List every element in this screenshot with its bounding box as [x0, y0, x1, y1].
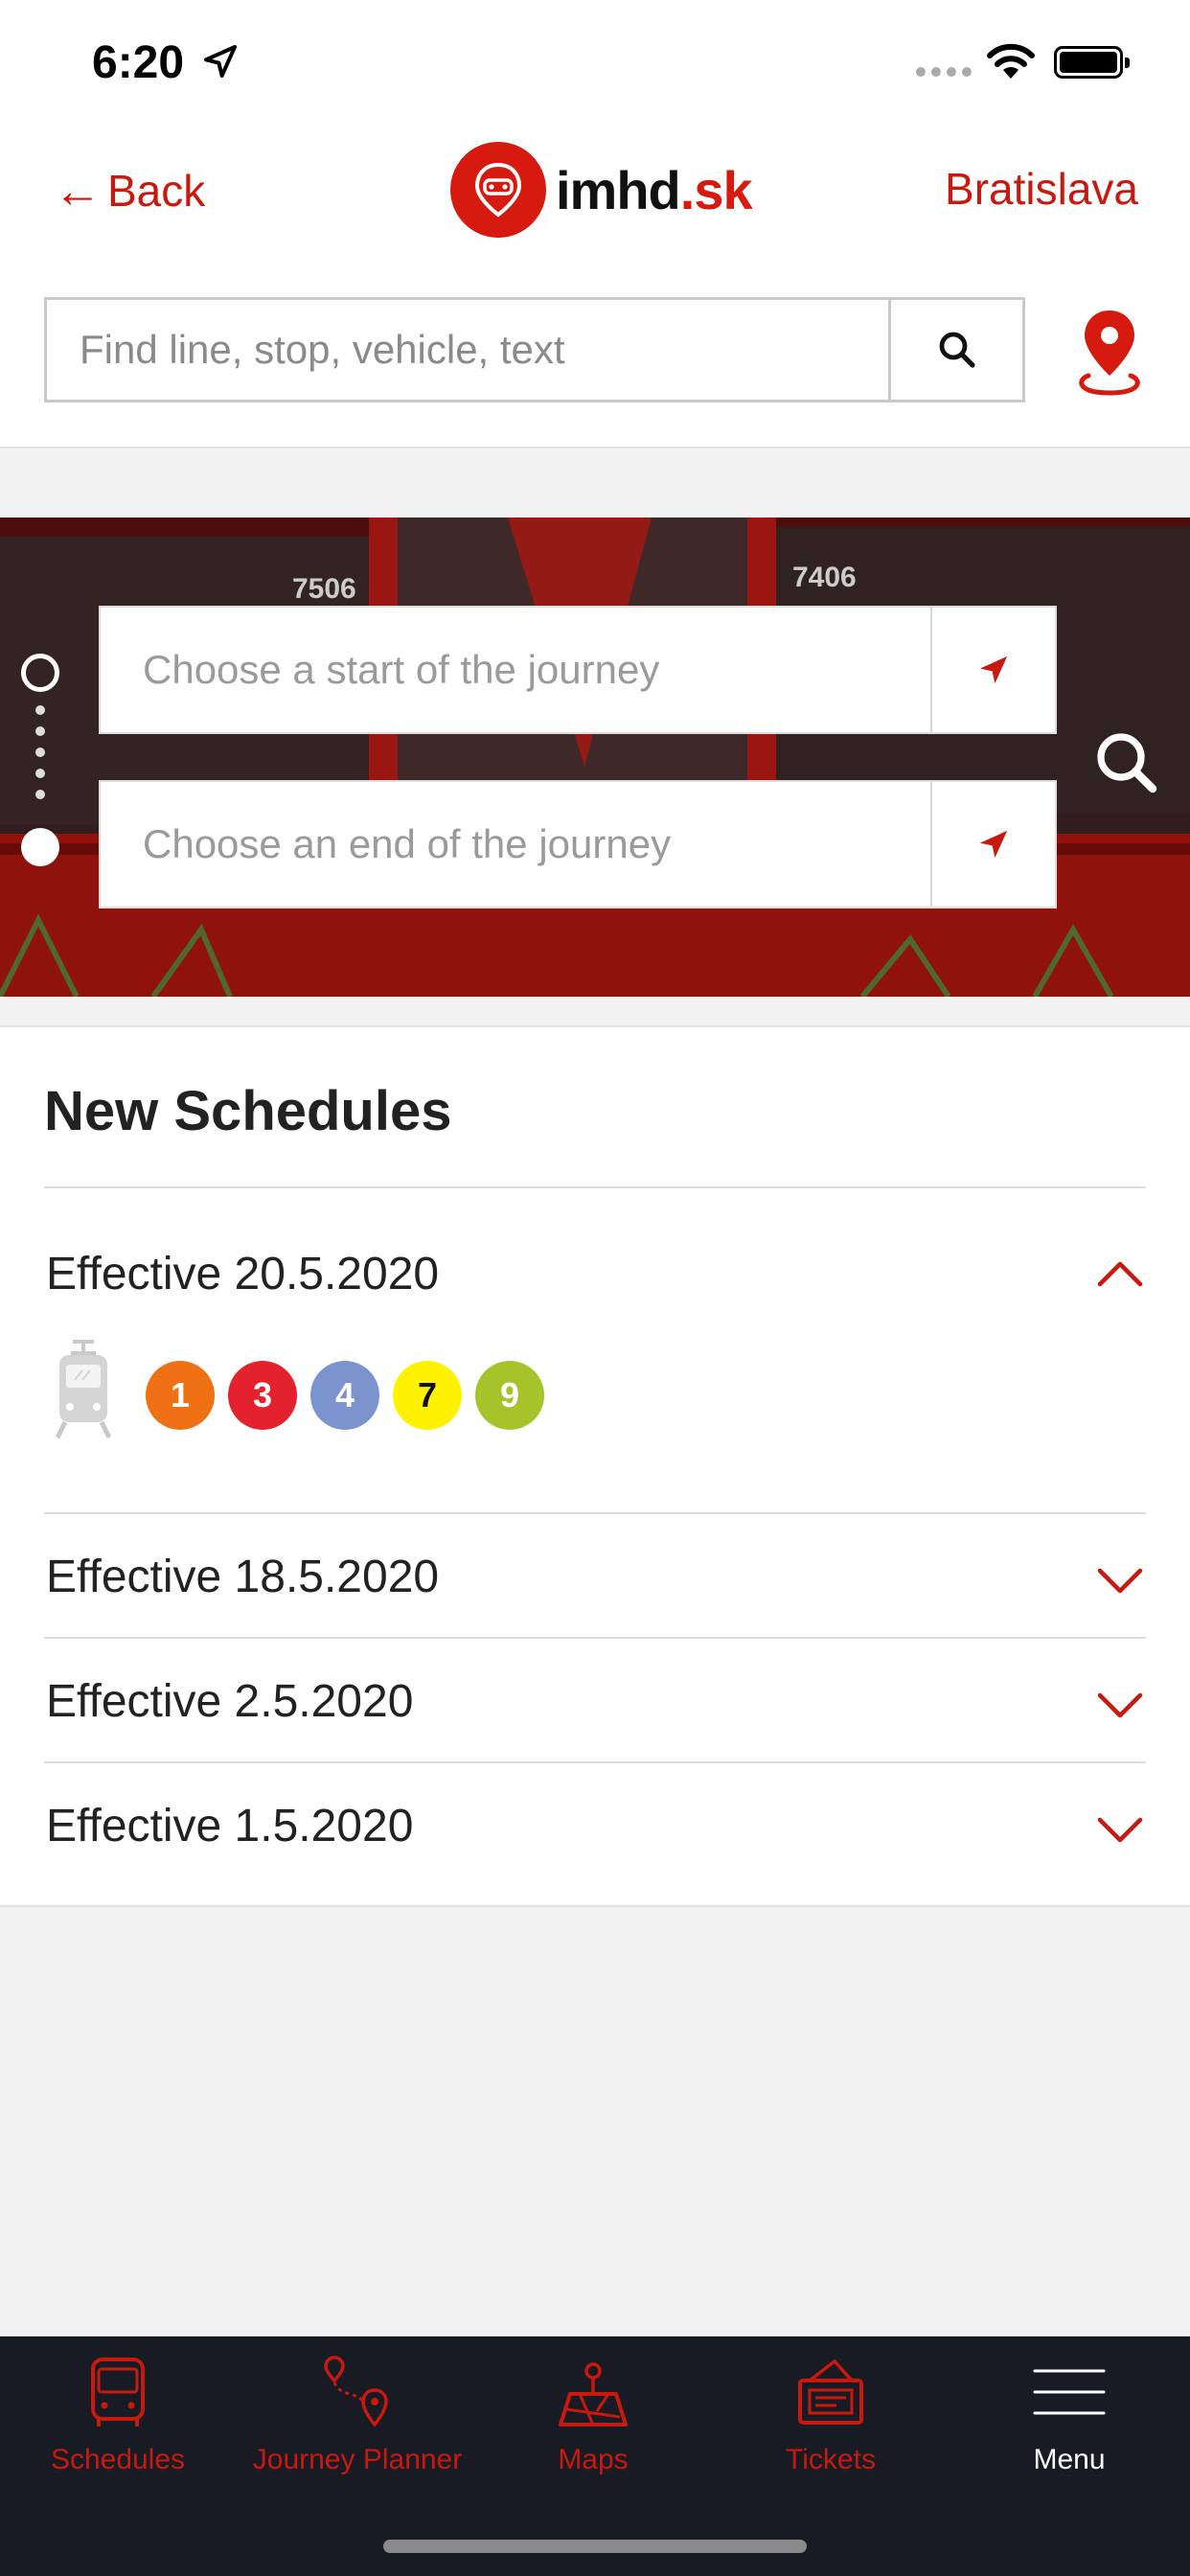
schedule-group[interactable]: Effective 2.5.2020	[44, 1637, 1146, 1761]
back-label: Back	[107, 166, 206, 216]
line-badge[interactable]: 9	[475, 1361, 544, 1430]
bus-icon	[91, 2358, 145, 2426]
map-icon	[559, 2362, 628, 2426]
vehicle-number: 7506	[292, 573, 356, 605]
line-badge[interactable]: 3	[228, 1361, 297, 1430]
search-icon	[939, 332, 975, 368]
search-button[interactable]	[888, 300, 1022, 400]
schedule-group-expanded[interactable]: Effective 20.5.2020 1 3 4 7 9	[44, 1186, 1146, 1512]
city-selector[interactable]: Bratislava	[945, 163, 1138, 215]
line-badges: 1 3 4 7 9	[146, 1361, 544, 1430]
tab-journey-planner[interactable]: Journey Planner	[242, 2354, 472, 2507]
arrow-left-icon: ←	[54, 164, 102, 218]
tab-label: Menu	[1033, 2444, 1106, 2475]
schedule-group-label: Effective 18.5.2020	[46, 1552, 440, 1602]
tram-icon	[55, 1340, 112, 1439]
end-marker	[21, 828, 59, 866]
navigation-arrow-icon	[979, 656, 1008, 684]
hamburger-icon	[1033, 2369, 1106, 2415]
status-time: 6:20	[92, 37, 185, 88]
search-input[interactable]	[47, 300, 888, 400]
location-arrow-icon	[204, 45, 237, 78]
wifi-icon	[987, 43, 1035, 79]
tab-label: Journey Planner	[252, 2444, 463, 2475]
status-bar: 6:20	[0, 0, 1190, 125]
search-bar	[44, 297, 1025, 402]
tab-label: Maps	[558, 2444, 629, 2475]
use-current-location-start-button[interactable]	[930, 608, 1055, 732]
navigation-arrow-icon	[979, 830, 1008, 859]
journey-start-input[interactable]	[101, 608, 930, 732]
app-header: ← Back imhd.sk Bratislava	[0, 125, 1190, 448]
journey-end-field	[99, 780, 1057, 908]
ticket-icon	[798, 2358, 863, 2425]
schedule-group-label: Effective 2.5.2020	[46, 1676, 414, 1727]
route-icon	[324, 2356, 388, 2427]
chevron-down-icon	[1097, 1817, 1143, 1843]
tab-label: Schedules	[50, 2444, 186, 2475]
logo[interactable]: imhd.sk	[450, 142, 753, 238]
tab-label: Tickets	[786, 2444, 876, 2475]
journey-planner-panel: 7506 7406	[0, 518, 1190, 997]
chevron-up-icon	[1097, 1261, 1143, 1287]
schedule-group-label: Effective 1.5.2020	[46, 1801, 414, 1852]
vehicle-number: 7406	[792, 562, 857, 593]
chevron-down-icon	[1097, 1692, 1143, 1718]
signal-icon	[916, 67, 972, 77]
new-schedules-section: New Schedules Effective 20.5.2020 1 3 4 …	[0, 1025, 1190, 1907]
route-connector	[35, 705, 45, 799]
bottom-tab-bar: Schedules Journey Planner Maps Tickets M…	[0, 2336, 1190, 2576]
tab-tickets[interactable]: Tickets	[716, 2354, 946, 2507]
chevron-down-icon	[1097, 1568, 1143, 1594]
battery-icon	[1054, 46, 1130, 79]
back-button[interactable]: ← Back	[54, 163, 205, 218]
line-badge[interactable]: 1	[146, 1361, 215, 1430]
schedule-group[interactable]: Effective 18.5.2020	[44, 1512, 1146, 1637]
tab-schedules[interactable]: Schedules	[3, 2354, 233, 2507]
schedule-group[interactable]: Effective 1.5.2020	[44, 1761, 1146, 1886]
home-indicator	[383, 2540, 807, 2553]
schedule-group-label: Effective 20.5.2020	[46, 1249, 440, 1300]
tram-background-image	[0, 518, 1190, 997]
tab-maps[interactable]: Maps	[478, 2354, 708, 2507]
use-current-location-end-button[interactable]	[930, 782, 1055, 907]
line-badge[interactable]: 7	[393, 1361, 462, 1430]
line-badge[interactable]: 4	[310, 1361, 379, 1430]
journey-start-field	[99, 606, 1057, 734]
logo-text: imhd.sk	[556, 159, 753, 220]
start-marker	[21, 654, 59, 692]
location-pin-icon[interactable]	[1071, 307, 1148, 399]
tab-menu[interactable]: Menu	[954, 2354, 1184, 2507]
logo-car-icon	[450, 142, 546, 238]
journey-end-input[interactable]	[101, 782, 930, 907]
section-title: New Schedules	[44, 1080, 452, 1142]
journey-search-icon[interactable]	[1092, 728, 1161, 797]
